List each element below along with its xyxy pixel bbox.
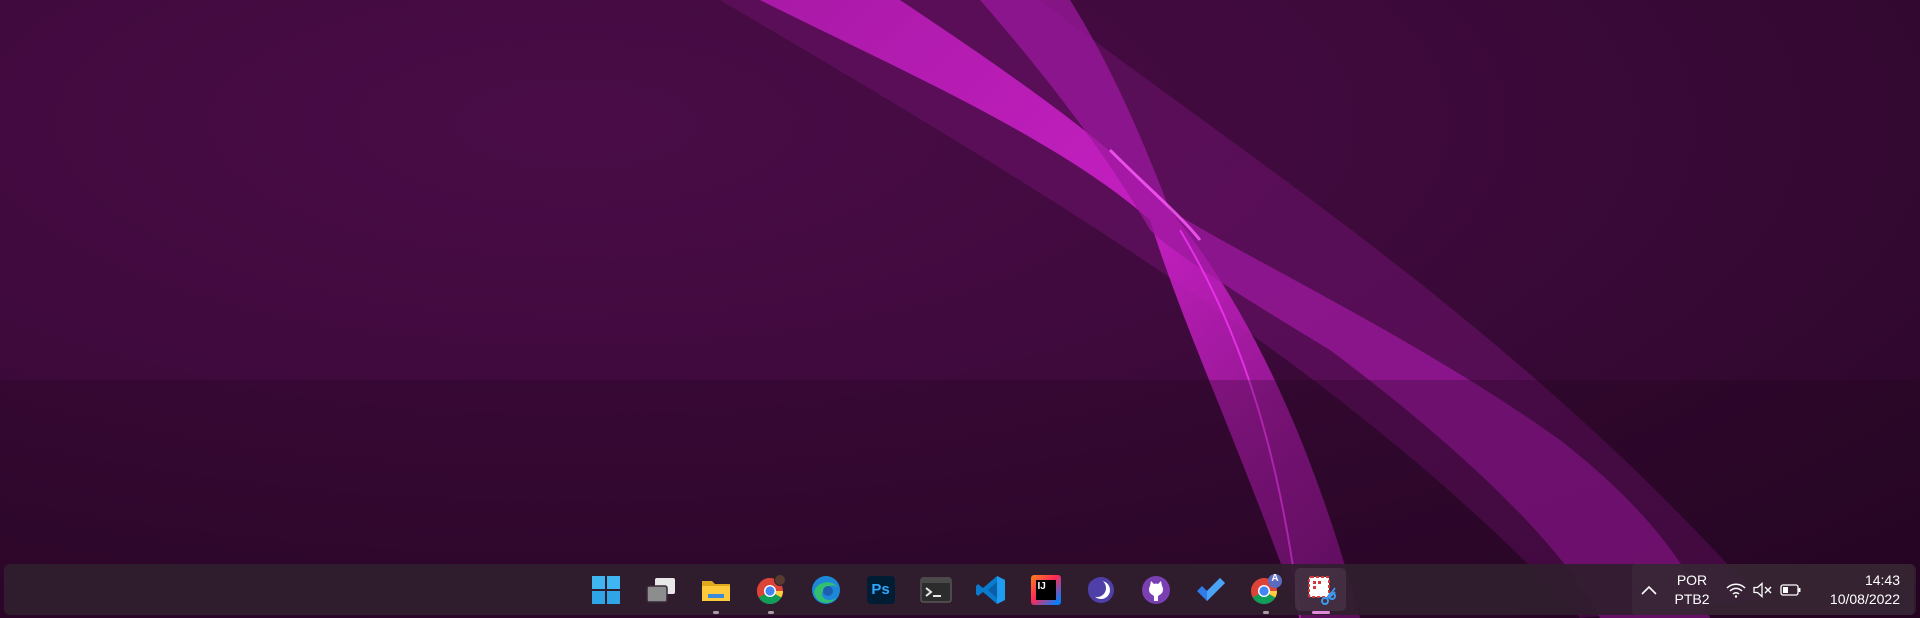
- eclipse-button[interactable]: [1075, 568, 1126, 611]
- terminal-button[interactable]: [910, 568, 961, 611]
- windows-logo-icon: [591, 575, 620, 604]
- github-desktop-button[interactable]: [1130, 568, 1181, 611]
- running-indicator: [1262, 611, 1269, 614]
- clock-button[interactable]: 14:43 10/08/2022: [1806, 568, 1906, 611]
- wallpaper-swoosh: [0, 0, 1920, 618]
- checkmark-icon: [1196, 577, 1225, 601]
- quick-settings-button[interactable]: [1722, 568, 1806, 611]
- github-icon: [1141, 575, 1170, 604]
- task-view-icon: [645, 577, 675, 603]
- task-view-button[interactable]: [635, 568, 686, 611]
- start-button[interactable]: [580, 568, 631, 611]
- photoshop-button[interactable]: Ps: [855, 568, 906, 611]
- snipping-tool-button[interactable]: [1295, 568, 1346, 614]
- keyboard-layout: PTB2: [1674, 590, 1710, 607]
- todo-button[interactable]: [1185, 568, 1236, 611]
- volume-muted-icon: [1753, 581, 1772, 598]
- taskbar-apps: Ps IJ A: [580, 564, 1350, 615]
- active-indicator: [1311, 611, 1330, 614]
- input-language-button[interactable]: POR PTB2: [1664, 568, 1720, 611]
- chevron-up-icon: [1641, 585, 1657, 595]
- chrome-profile-a-button[interactable]: A: [1240, 568, 1291, 614]
- photoshop-icon: Ps: [866, 575, 895, 604]
- edge-button[interactable]: [800, 568, 851, 611]
- clock-date: 10/08/2022: [1829, 590, 1900, 607]
- chrome-icon: [756, 573, 786, 604]
- intellij-label: IJ: [1037, 580, 1046, 592]
- snipping-tool-icon: [1307, 575, 1336, 605]
- system-tray: POR PTB2 14:43 10/08/2022: [1632, 564, 1914, 615]
- vscode-button[interactable]: [965, 568, 1016, 611]
- eclipse-icon: [1087, 576, 1114, 603]
- vscode-icon: [975, 575, 1005, 604]
- intellij-icon: IJ: [1030, 574, 1061, 605]
- folder-icon: [701, 580, 730, 601]
- edge-icon: [811, 575, 840, 604]
- running-indicator: [712, 611, 719, 614]
- wifi-icon: [1726, 583, 1746, 598]
- terminal-icon: [920, 577, 951, 602]
- photoshop-label: Ps: [871, 581, 890, 598]
- desktop: Ps IJ A POR PTB2 14:43 10/08/2022: [0, 0, 1920, 618]
- running-indicator: [767, 611, 774, 614]
- show-hidden-icons-button[interactable]: [1634, 568, 1664, 611]
- clock-time: 14:43: [1864, 571, 1900, 588]
- battery-icon: [1780, 583, 1801, 596]
- language-code: POR: [1676, 571, 1708, 588]
- chrome-profile-button[interactable]: [745, 568, 796, 614]
- file-explorer-button[interactable]: [690, 568, 741, 614]
- profile-badge: A: [1271, 573, 1279, 584]
- intellij-button[interactable]: IJ: [1020, 568, 1071, 611]
